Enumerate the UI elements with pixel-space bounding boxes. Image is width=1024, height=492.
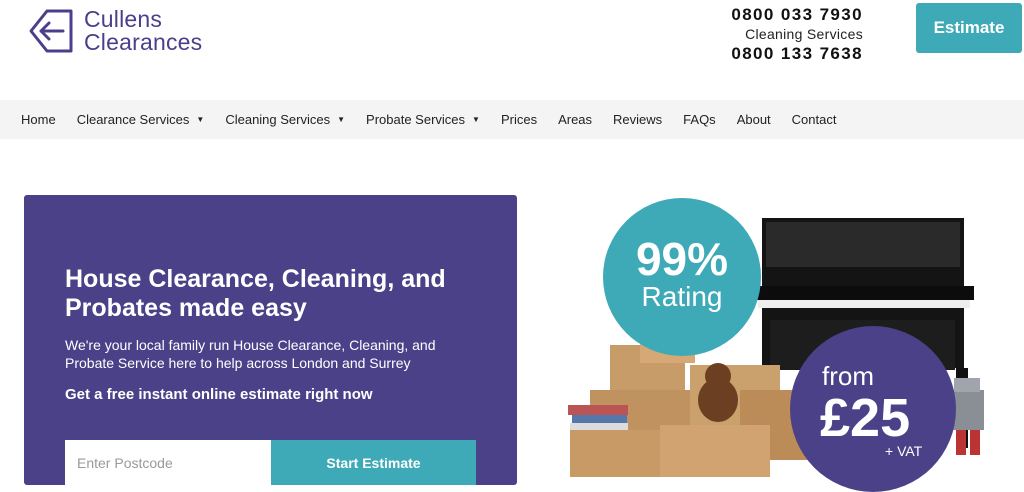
nav-label: Home — [21, 112, 56, 127]
nav-label: Clearance Services — [76, 112, 190, 127]
brand-line-2: Clearances — [84, 29, 203, 55]
main-nav: Home Clearance Services ▼ Cleaning Servic… — [0, 100, 1024, 139]
hero-card: House Clearance, Cleaning, and Probates … — [24, 195, 517, 485]
nav-item-about[interactable]: About — [737, 112, 771, 127]
arrow-left-icon — [29, 9, 73, 53]
nav-label: FAQs — [683, 112, 716, 127]
nav-label: Cleaning Services — [225, 112, 331, 127]
hero-description: We're your local family run House Cleara… — [65, 337, 436, 371]
nav-item-areas[interactable]: Areas — [558, 112, 592, 127]
brand-line-1: Cullens — [84, 6, 163, 32]
nav-item-home[interactable]: Home — [21, 112, 56, 127]
price-badge: from £25 + VAT — [790, 326, 956, 492]
hero-cta-text: Get a free instant online estimate right… — [65, 386, 373, 403]
site-header: Cullens Clearances 0800 033 7930 Cleanin… — [0, 0, 1024, 100]
price-vat-label: + VAT — [885, 443, 923, 459]
brand-logo[interactable]: Cullens Clearances — [27, 7, 202, 55]
chevron-down-icon: ▼ — [472, 115, 480, 124]
start-estimate-button[interactable]: Start Estimate — [271, 440, 476, 485]
phone-block: 0800 033 7930 Cleaning Services 0800 133… — [700, 4, 863, 64]
nav-item-faqs[interactable]: FAQs — [683, 112, 716, 127]
nav-label: Prices — [500, 112, 538, 127]
nav-item-probate-services[interactable]: Probate Services ▼ — [366, 112, 480, 127]
nav-item-clearance-services[interactable]: Clearance Services ▼ — [77, 112, 205, 127]
rating-label: Rating — [641, 281, 723, 312]
nav-label: About — [736, 112, 771, 127]
nav-label: Reviews — [613, 112, 663, 127]
chevron-down-icon: ▼ — [196, 115, 205, 124]
nav-item-reviews[interactable]: Reviews — [613, 112, 662, 127]
postcode-input[interactable] — [65, 440, 271, 485]
nav-label: Contact — [791, 112, 837, 127]
nav-item-contact[interactable]: Contact — [792, 112, 837, 127]
phone-secondary-label: Cleaning Services — [745, 26, 863, 42]
nav-item-prices[interactable]: Prices — [501, 112, 537, 127]
hero-title: House Clearance, Cleaning, and Probates … — [65, 265, 446, 322]
brand-name: Cullens Clearances — [84, 8, 202, 54]
nav-item-cleaning-services[interactable]: Cleaning Services ▼ — [225, 112, 345, 127]
phone-secondary[interactable]: 0800 133 7638 — [700, 43, 863, 64]
nav-label: Areas — [558, 112, 593, 127]
phone-primary[interactable]: 0800 033 7930 — [700, 4, 863, 25]
estimate-button[interactable]: Estimate — [916, 3, 1022, 53]
rating-badge: 99% Rating — [603, 198, 761, 356]
nav-label: Probate Services — [366, 112, 466, 127]
rating-percentage: 99% — [635, 233, 729, 285]
chevron-down-icon: ▼ — [337, 115, 346, 124]
price-from-label: from — [822, 361, 874, 391]
price-amount: £25 — [820, 388, 911, 448]
